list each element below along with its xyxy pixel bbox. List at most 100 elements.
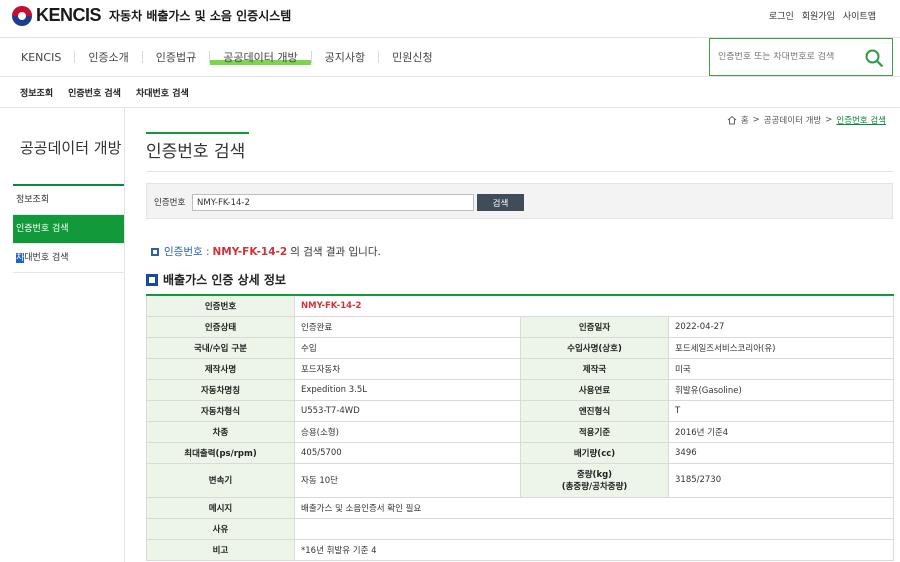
detail-label: 제작국 [520,357,669,380]
breadcrumb: 홈 > 공공데이터 개방 > 인증번호 검색 [727,114,886,126]
detail-value: 포드세일즈서비스코리아(유) [667,336,895,359]
chevron-right-icon: > [825,115,833,125]
home-icon[interactable] [727,115,737,125]
detail-label: 자동차명칭 [146,378,295,401]
taegeuk-logo-icon [12,5,32,26]
search-icon[interactable] [864,48,884,68]
detail-label: 적용기준 [520,420,669,443]
detail-value: 자동 10단 [294,462,521,498]
table-row: 사유 [146,517,895,540]
section-title: 배출가스 인증 상세 정보 [146,271,286,288]
global-search [709,38,893,76]
detail-label: 제작사명 [146,357,295,380]
detail-label: 인증번호 [146,294,295,317]
detail-value: U553-T7-4WD [294,399,521,422]
detail-value: 3185/2730 [667,462,895,498]
detail-value: 2022-04-27 [667,315,895,338]
detail-label: 자동차형식 [146,399,295,422]
site-logo[interactable]: KENCIS 자동차 배출가스 및 소음 인증시스템 [12,5,291,26]
sidebar-item-cert-search[interactable]: 인증번호 검색 [13,215,124,244]
detail-label: 최대출력(ps/rpm) [146,441,295,464]
weight-label: 중량(kg) [576,470,613,480]
detail-label: 인증일자 [520,315,669,338]
section-title-text: 배출가스 인증 상세 정보 [163,273,286,287]
logo-text: KENCIS [36,5,102,25]
detail-value: 3496 [667,441,895,464]
table-row: 차종 승용(소형) 적용기준 2016년 기준4 [146,420,895,443]
detail-value: T [667,399,895,422]
sub-nav: 정보조회 인증번호 검색 차대번호 검색 [0,78,900,108]
sidebar-item-vin-search[interactable]: 차대번호 검색 [13,244,124,273]
detail-label: 변속기 [146,462,295,498]
search-button[interactable]: 검색 [477,194,524,211]
detail-value: NMY-FK-14-2 [293,294,895,317]
detail-value: 미국 [667,357,895,380]
detail-label: 메시지 [146,496,295,519]
detail-label: 엔진형식 [520,399,669,422]
result-number: NMY-FK-14-2 [212,245,288,258]
table-row: 국내/수입 구분 수입 수입사명(상호) 포드세일즈서비스코리아(유) [146,336,895,359]
detail-label: 비고 [146,538,295,561]
table-row: 메시지 배출가스 및 소음인증서 확인 필요 [146,496,895,519]
top-header: KENCIS 자동차 배출가스 및 소음 인증시스템 로그인 회원가입 사이트맵 [0,0,900,30]
detail-label: 배기량(cc) [520,441,669,464]
global-search-input[interactable] [718,52,858,62]
page-title: 인증번호 검색 [146,142,246,162]
detail-label: 인증상태 [146,315,295,338]
util-links: 로그인 회원가입 사이트맵 [769,9,876,22]
detail-value [293,517,895,540]
detail-label: 수입사명(상호) [520,336,669,359]
cert-search-label: 인증번호 [154,198,186,208]
detail-value: 인증완료 [294,315,521,338]
table-row: 자동차명칭 Expedition 3.5L 사용연료 휘발유(Gasoline) [146,378,895,401]
sidebar-title: 공공데이터 개방 [20,139,122,157]
system-name: 자동차 배출가스 및 소음 인증시스템 [109,9,292,23]
detail-value: 405/5700 [294,441,521,464]
subnav-cert-search[interactable]: 인증번호 검색 [68,86,121,99]
detail-label: 사유 [146,517,295,540]
table-row: 인증상태 인증완료 인증일자 2022-04-27 [146,315,895,338]
detail-label: 사용연료 [520,378,669,401]
detail-value: 배출가스 및 소음인증서 확인 필요 [293,496,895,519]
gnb-item-civil[interactable]: 민원신청 [379,49,445,65]
sidebar-divider [124,108,125,562]
gnb-item-notice[interactable]: 공지사항 [312,49,378,65]
title-divider [146,171,893,172]
detail-value: 승용(소형) [294,420,521,443]
table-row: 변속기 자동 10단 중량(kg) (총중량/공차중량) 3185/2730 [146,462,895,498]
square-bullet-icon [146,273,158,286]
result-line: 인증번호 : NMY-FK-14-2 의 검색 결과 입니다. [151,244,381,259]
subnav-vin-search[interactable]: 차대번호 검색 [136,86,189,99]
sitemap-link[interactable]: 사이트맵 [843,9,876,22]
table-row: 자동차형식 U553-T7-4WD 엔진형식 T [146,399,895,422]
sidebar-menu: 정보조회 인증번호 검색 차대번호 검색 [13,184,124,273]
cert-search-box: 인증번호 검색 [146,183,893,219]
cert-search-input[interactable] [192,194,474,211]
sidebar-item-label: 대번호 검색 [24,253,69,263]
breadcrumb-home[interactable]: 홈 [741,114,749,126]
table-row: 제작사명 포드자동차 제작국 미국 [146,357,895,380]
detail-value: 2016년 기준4 [667,420,895,443]
breadcrumb-current[interactable]: 인증번호 검색 [836,114,886,126]
login-link[interactable]: 로그인 [769,9,794,22]
weight-sublabel: (총중량/공차중량) [561,482,628,492]
bullet-icon [151,247,159,256]
gnb-item-kencis[interactable]: KENCIS [8,51,74,64]
chevron-right-icon: > [752,115,760,125]
table-row: 인증번호 NMY-FK-14-2 [146,294,895,317]
detail-table: 인증번호 NMY-FK-14-2 인증상태 인증완료 인증일자 2022-04-… [146,294,895,561]
result-prefix: 인증번호 : [164,246,210,258]
subnav-info[interactable]: 정보조회 [20,86,53,99]
gnb-item-intro[interactable]: 인증소개 [75,49,141,65]
detail-label: 차종 [146,420,295,443]
table-row: 비고 *16년 휘발유 기준 4 [146,538,895,561]
result-suffix: 의 검색 결과 입니다. [290,246,381,258]
detail-value: 포드자동차 [294,357,521,380]
detail-value: Expedition 3.5L [294,378,521,401]
gnb-item-law[interactable]: 인증법규 [143,49,209,65]
breadcrumb-level1[interactable]: 공공데이터 개방 [764,114,821,126]
detail-label-weight: 중량(kg) (총중량/공차중량) [520,462,669,498]
signup-link[interactable]: 회원가입 [802,9,835,22]
sidebar-item-info[interactable]: 정보조회 [13,186,124,215]
gnb-item-public-data[interactable]: 공공데이터 개방 [210,49,311,65]
